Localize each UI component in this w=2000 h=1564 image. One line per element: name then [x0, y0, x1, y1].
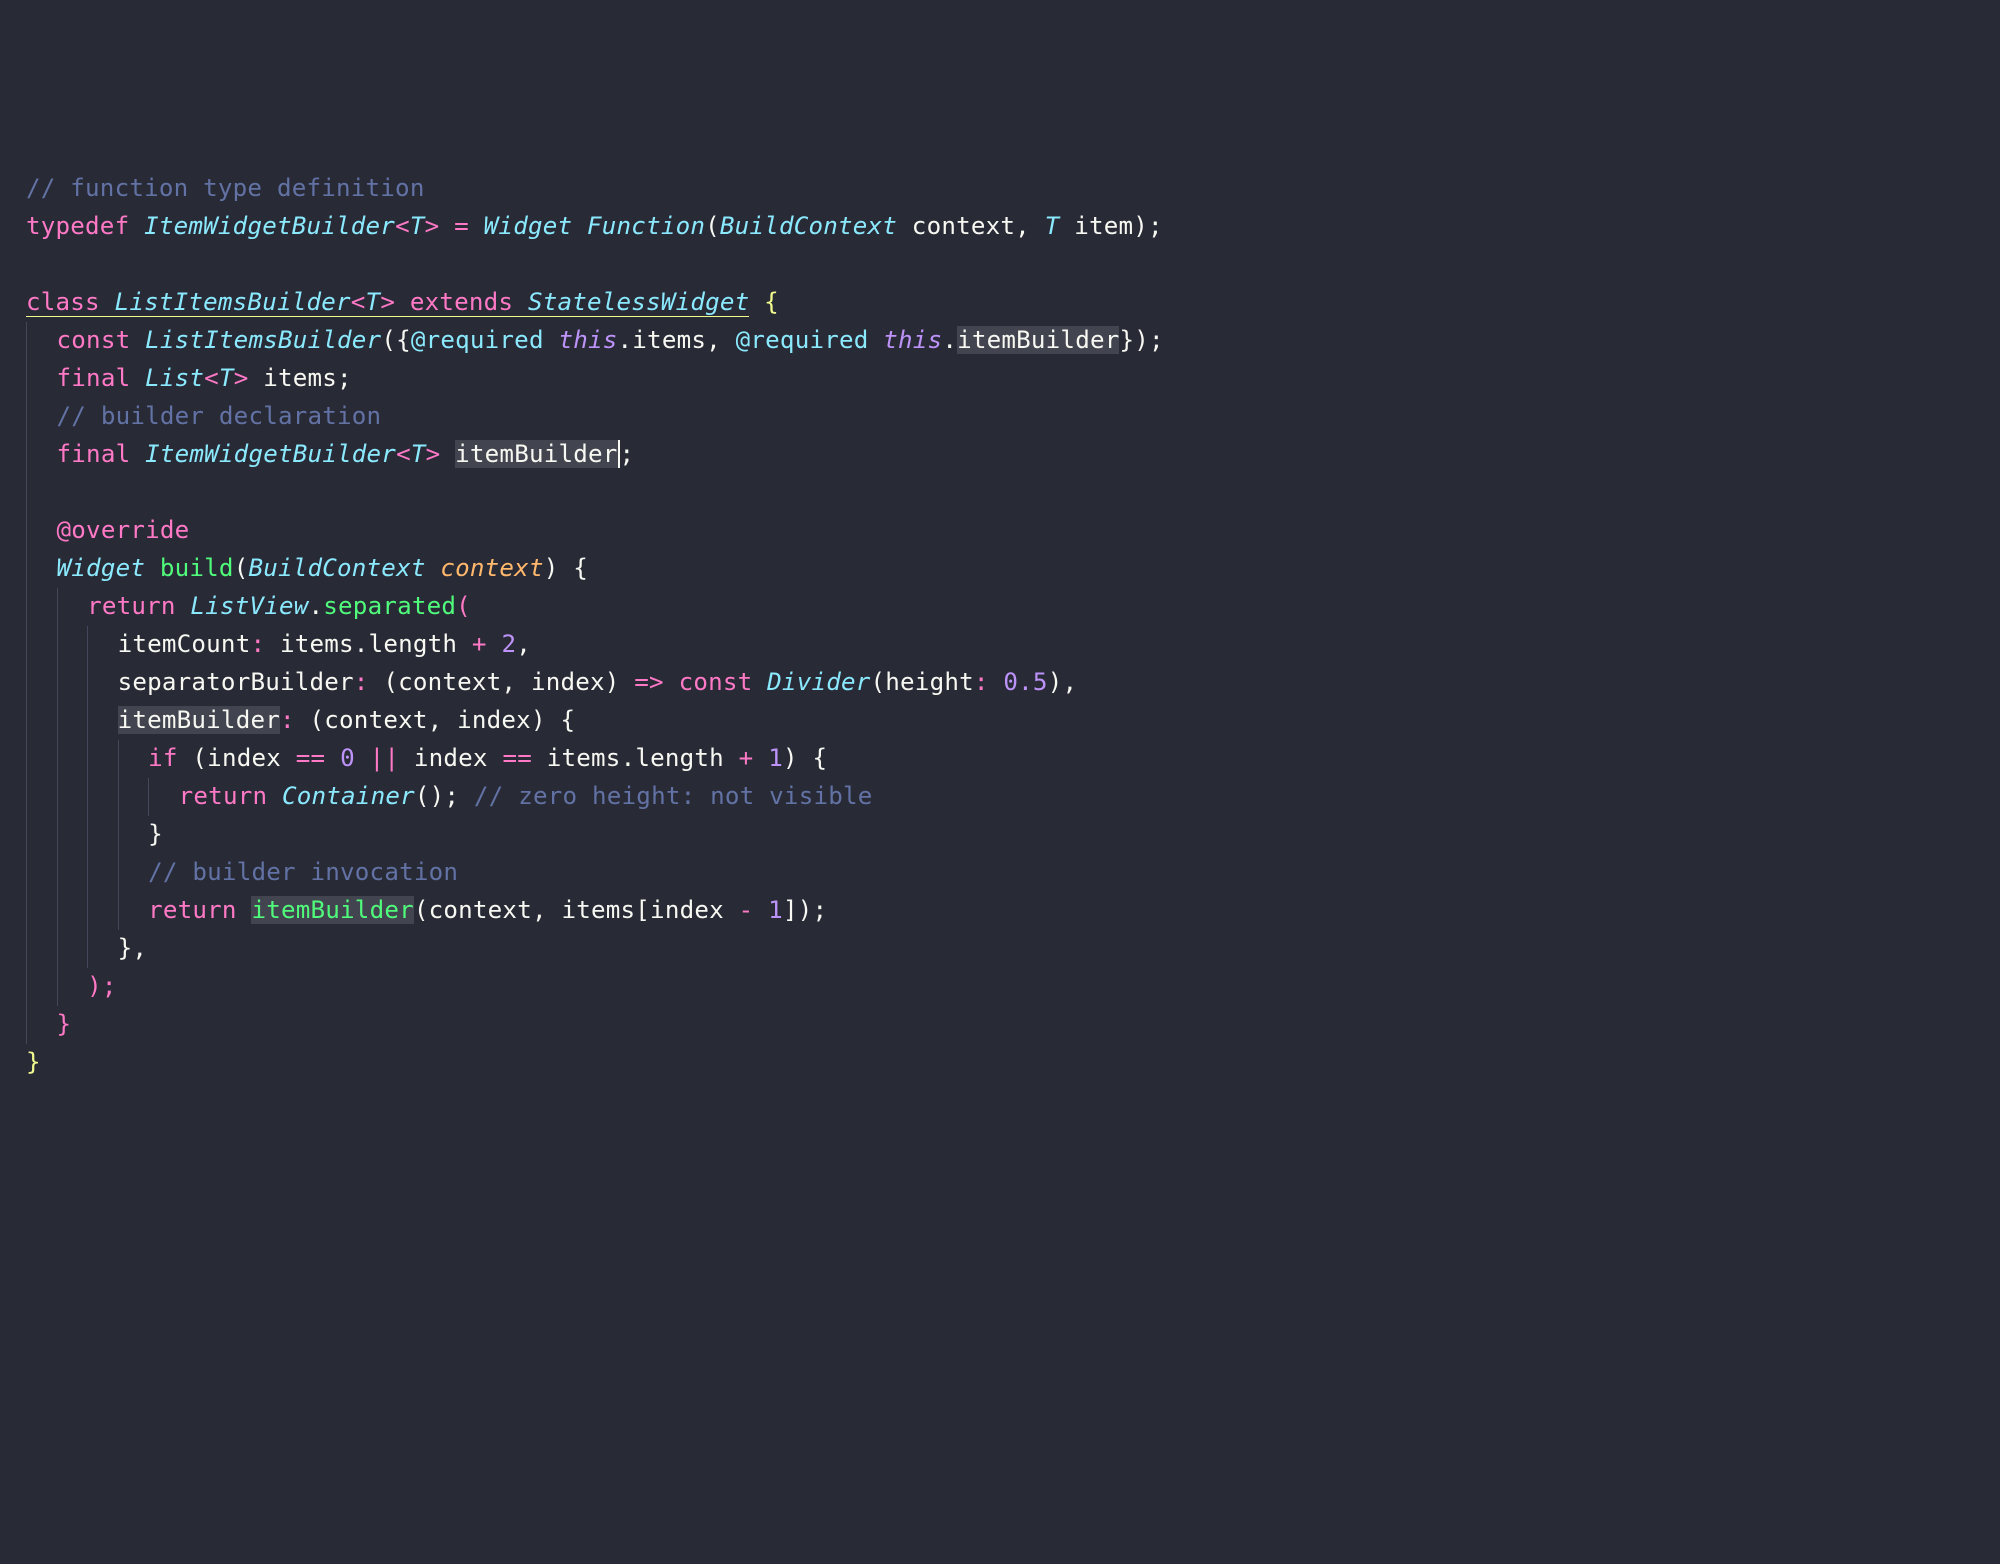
code-line: return ListView.separated( [0, 588, 2000, 626]
code-line [0, 474, 2000, 512]
code-line: const ListItemsBuilder({@required this.i… [0, 322, 2000, 360]
code-line: // function type definition [0, 170, 2000, 208]
code-line [0, 246, 2000, 284]
code-line: Widget build(BuildContext context) { [0, 550, 2000, 588]
code-line: } [0, 816, 2000, 854]
code-line: @override [0, 512, 2000, 550]
code-editor[interactable]: // function type definitiontypedef ItemW… [0, 170, 2000, 1082]
code-line: itemCount: items.length + 2, [0, 626, 2000, 664]
code-line: // builder declaration [0, 398, 2000, 436]
code-line: ); [0, 968, 2000, 1006]
code-line: final List<T> items; [0, 360, 2000, 398]
code-line: return Container(); // zero height: not … [0, 778, 2000, 816]
code-line: final ItemWidgetBuilder<T> itemBuilder; [0, 436, 2000, 474]
code-line: class ListItemsBuilder<T> extends Statel… [0, 284, 2000, 322]
code-line: // builder invocation [0, 854, 2000, 892]
code-line: separatorBuilder: (context, index) => co… [0, 664, 2000, 702]
code-line: return itemBuilder(context, items[index … [0, 892, 2000, 930]
code-line: if (index == 0 || index == items.length … [0, 740, 2000, 778]
code-line: }, [0, 930, 2000, 968]
code-line: itemBuilder: (context, index) { [0, 702, 2000, 740]
code-line: typedef ItemWidgetBuilder<T> = Widget Fu… [0, 208, 2000, 246]
code-line: } [0, 1044, 2000, 1082]
code-line: } [0, 1006, 2000, 1044]
text-cursor-position: itemBuilder [455, 440, 619, 468]
